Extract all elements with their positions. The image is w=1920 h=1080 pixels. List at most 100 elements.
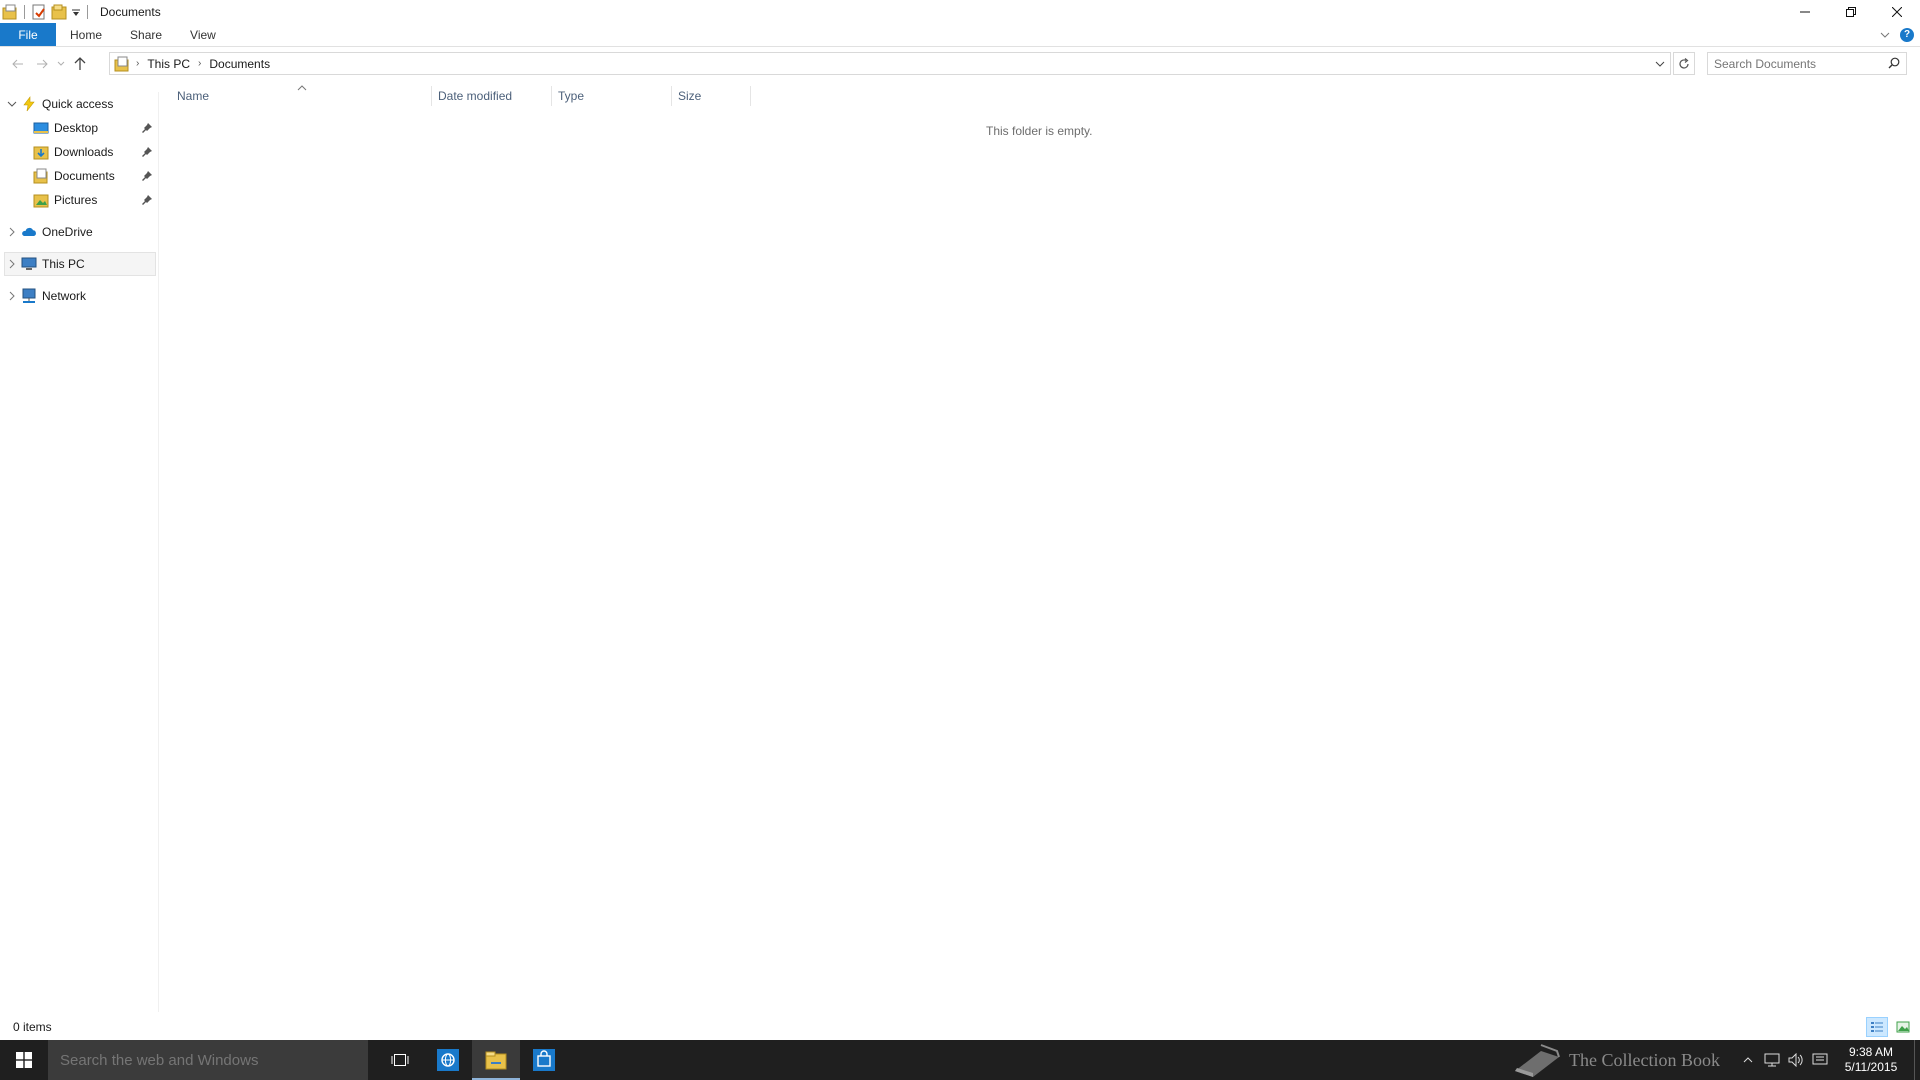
task-view-button[interactable]: [376, 1040, 424, 1080]
empty-folder-message: This folder is empty.: [986, 124, 1093, 138]
volume-tray-button[interactable]: [1784, 1040, 1808, 1080]
toolbar-separator: [24, 4, 25, 19]
nav-item-pictures[interactable]: Pictures: [30, 188, 156, 212]
column-header-type[interactable]: Type: [558, 84, 668, 108]
store-icon: [533, 1049, 555, 1071]
pin-icon[interactable]: [141, 170, 153, 182]
tab-file[interactable]: File: [0, 23, 56, 46]
large-icons-view-icon: [1896, 1021, 1910, 1033]
navigation-bar: › This PC › Documents: [0, 51, 1920, 77]
column-header-size[interactable]: Size: [678, 84, 748, 108]
action-center-button[interactable]: [1808, 1040, 1832, 1080]
column-resize-handle[interactable]: [750, 86, 751, 106]
nav-label: Network: [42, 289, 87, 303]
restore-button[interactable]: [1828, 0, 1874, 23]
nav-label: Documents: [54, 169, 115, 183]
refresh-icon: [1679, 57, 1689, 69]
network-tray-button[interactable]: [1760, 1040, 1784, 1080]
chevron-right-icon[interactable]: [6, 290, 18, 302]
help-icon[interactable]: ?: [1900, 27, 1914, 42]
nav-item-onedrive[interactable]: OneDrive: [6, 220, 156, 244]
pin-icon[interactable]: [141, 194, 153, 206]
nav-item-quick-access[interactable]: Quick access: [6, 92, 156, 116]
properties-icon[interactable]: [31, 4, 47, 20]
chevron-right-icon[interactable]: [6, 258, 18, 270]
nav-item-downloads[interactable]: Downloads: [30, 140, 156, 164]
network-icon: [21, 288, 37, 304]
taskbar-file-explorer-button[interactable]: [472, 1040, 520, 1080]
large-icons-view-button[interactable]: [1892, 1017, 1914, 1037]
arrow-right-icon: [37, 59, 48, 69]
column-resize-handle[interactable]: [431, 86, 432, 106]
network-status-icon: [1764, 1053, 1780, 1067]
breadcrumb-separator-icon[interactable]: ›: [136, 58, 139, 69]
chevron-down-icon[interactable]: [6, 98, 18, 110]
taskbar-search-input[interactable]: [60, 1051, 360, 1069]
pin-icon[interactable]: [141, 122, 153, 134]
show-desktop-button[interactable]: [1914, 1040, 1920, 1080]
column-headers: Name Date modified Type Size: [160, 84, 1920, 108]
nav-item-this-pc[interactable]: This PC: [4, 252, 156, 276]
arrow-left-icon: [12, 59, 23, 69]
file-explorer-icon: [485, 1051, 507, 1070]
taskbar-search-box[interactable]: [48, 1040, 368, 1080]
refresh-button[interactable]: [1673, 52, 1695, 75]
close-button[interactable]: [1874, 0, 1920, 23]
forward-button[interactable]: [30, 52, 54, 76]
address-history-dropdown[interactable]: [1650, 53, 1670, 74]
close-icon: [1892, 6, 1902, 17]
nav-label: Pictures: [54, 193, 98, 207]
window-controls: [1782, 0, 1920, 23]
chevron-down-icon: [1655, 61, 1665, 67]
chevron-right-icon[interactable]: [6, 226, 18, 238]
folder-app-icon[interactable]: [2, 4, 18, 20]
search-input[interactable]: [1714, 56, 1884, 71]
breadcrumb-this-pc[interactable]: This PC: [147, 57, 190, 71]
breadcrumb-documents[interactable]: Documents: [209, 57, 270, 71]
quick-access-toolbar: [0, 0, 94, 23]
details-view-icon: [1871, 1022, 1883, 1032]
minimize-button[interactable]: [1782, 0, 1828, 23]
nav-item-network[interactable]: Network: [6, 284, 156, 308]
customize-toolbar-icon[interactable]: [71, 4, 81, 20]
tab-view[interactable]: View: [176, 23, 230, 46]
nav-item-desktop[interactable]: Desktop: [30, 116, 156, 140]
column-header-date-modified[interactable]: Date modified: [438, 84, 548, 108]
item-count: 0 items: [13, 1020, 52, 1034]
arrow-up-icon: [74, 57, 86, 70]
nav-item-documents[interactable]: Documents: [30, 164, 156, 188]
system-tray: 9:38 AM 5/11/2015: [1736, 1040, 1920, 1080]
column-header-name[interactable]: Name: [177, 84, 437, 108]
pane-divider[interactable]: [158, 92, 159, 1012]
notifications-icon: [1812, 1053, 1828, 1065]
task-view-icon: [391, 1054, 409, 1066]
windows-logo-icon: [16, 1052, 32, 1068]
taskbar-browser-button[interactable]: [424, 1040, 472, 1080]
column-resize-handle[interactable]: [551, 86, 552, 106]
expand-ribbon-icon[interactable]: [1880, 28, 1890, 42]
taskbar: The Collection Book 9:38 AM 5/11/2015: [0, 1040, 1920, 1080]
pin-icon[interactable]: [141, 146, 153, 158]
up-button[interactable]: [68, 52, 92, 76]
documents-location-icon: [114, 56, 130, 72]
taskbar-clock[interactable]: 9:38 AM 5/11/2015: [1838, 1045, 1904, 1075]
tab-home[interactable]: Home: [56, 23, 116, 46]
recent-locations-button[interactable]: [54, 52, 68, 76]
view-switcher: [1866, 1017, 1914, 1037]
minimize-icon: [1800, 11, 1810, 12]
tab-share[interactable]: Share: [116, 23, 176, 46]
start-button[interactable]: [0, 1040, 48, 1080]
breadcrumb-separator-icon[interactable]: ›: [198, 58, 201, 69]
search-icon[interactable]: [1888, 57, 1900, 72]
restore-icon: [1846, 6, 1856, 17]
pictures-icon: [33, 192, 49, 208]
column-resize-handle[interactable]: [671, 86, 672, 106]
new-folder-icon[interactable]: [51, 4, 67, 20]
search-box[interactable]: [1707, 52, 1907, 75]
details-view-button[interactable]: [1866, 1017, 1888, 1037]
address-bar[interactable]: › This PC › Documents: [109, 52, 1671, 75]
taskbar-store-button[interactable]: [520, 1040, 568, 1080]
back-button[interactable]: [6, 52, 30, 76]
show-hidden-icons-button[interactable]: [1736, 1040, 1760, 1080]
desktop-icon: [33, 120, 49, 136]
